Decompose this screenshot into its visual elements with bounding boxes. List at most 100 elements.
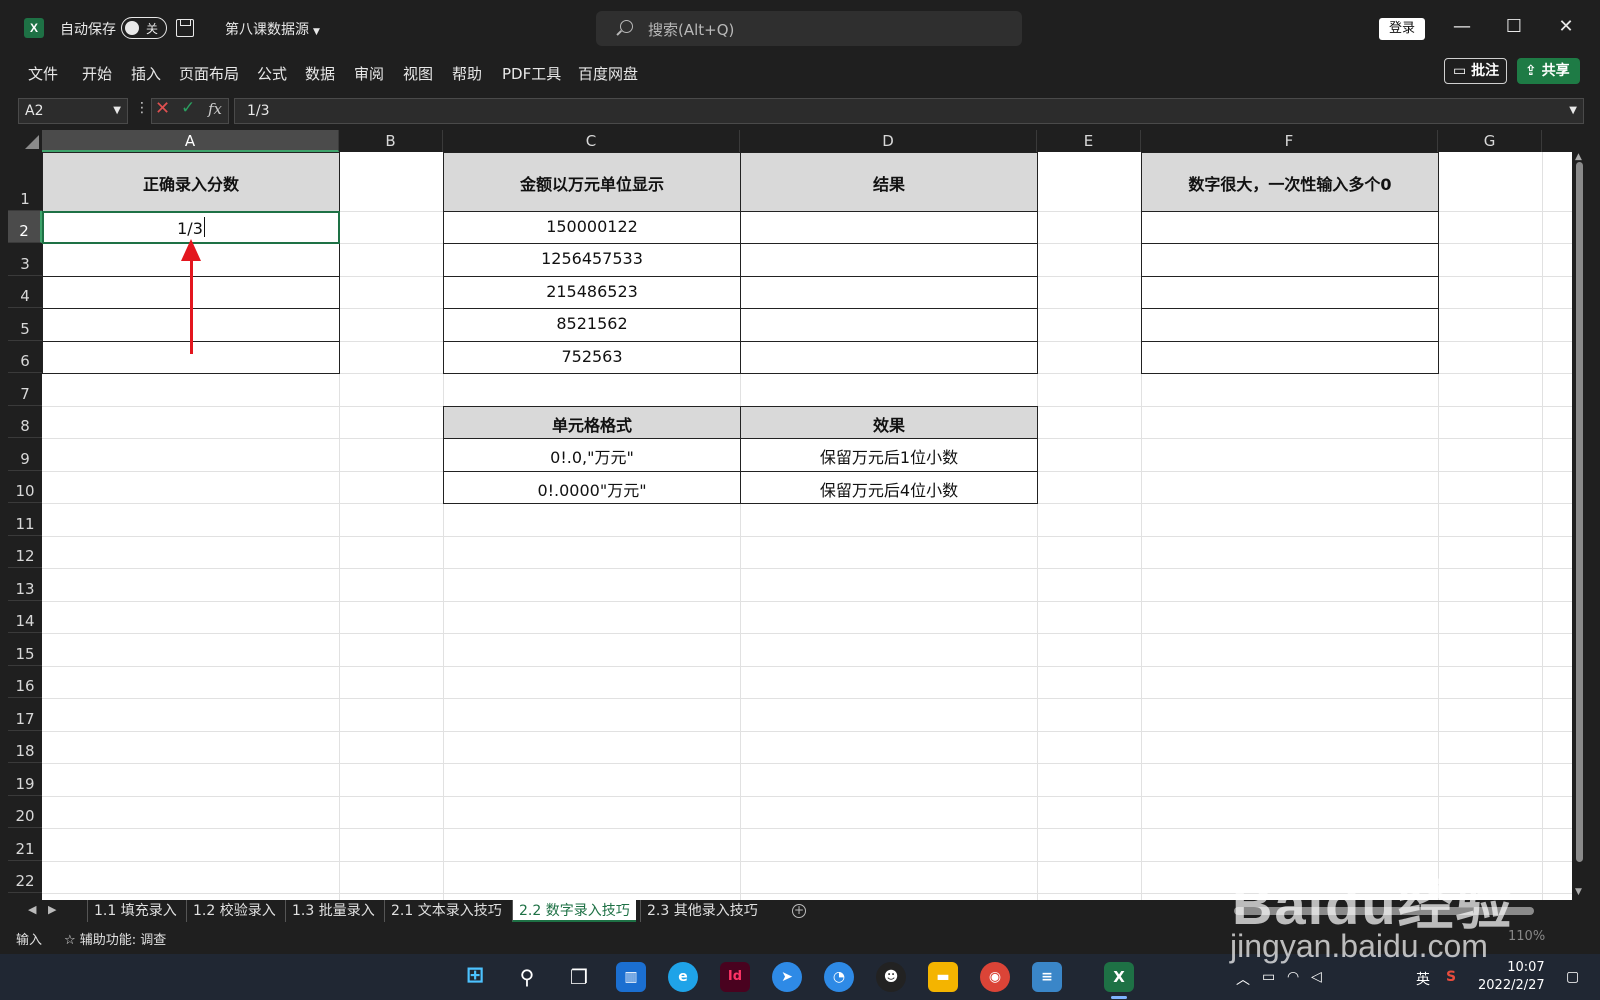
notification-icon[interactable]: ▢ <box>1566 969 1579 985</box>
formula-input[interactable]: 1/3 ▼ <box>234 98 1584 124</box>
close-button[interactable]: ✕ <box>1556 16 1576 38</box>
cell-a1[interactable]: 正确录入分数 <box>42 152 340 212</box>
cell-c6[interactable]: 752563 <box>443 341 741 374</box>
scroll-down-icon[interactable]: ▼ <box>1575 887 1582 897</box>
row-header[interactable]: 15 <box>8 633 42 666</box>
expand-formula-icon[interactable]: ▼ <box>1569 99 1577 123</box>
sheet-tab-1-1[interactable]: 1.1 填充录入 <box>87 900 183 922</box>
row-header[interactable]: 12 <box>8 536 42 568</box>
worksheet-grid[interactable]: 正确录入分数 1/3 金额以万元单位显示 结果 150000122 125645… <box>42 152 1572 900</box>
cell-d6[interactable] <box>740 341 1038 374</box>
select-all-corner[interactable] <box>8 130 42 152</box>
cell-c4[interactable]: 215486523 <box>443 276 741 309</box>
minimize-button[interactable]: — <box>1452 16 1472 38</box>
column-header-d[interactable]: D <box>740 130 1037 152</box>
column-header-e[interactable]: E <box>1037 130 1141 152</box>
chrome-icon[interactable]: ◉ <box>980 962 1010 992</box>
scrollbar-thumb[interactable] <box>1576 162 1583 862</box>
chat-app-icon[interactable]: ◔ <box>824 962 854 992</box>
cell-f5[interactable] <box>1141 308 1439 342</box>
cell-d10[interactable]: 保留万元后4位小数 <box>740 471 1038 504</box>
column-header-g[interactable]: G <box>1438 130 1542 152</box>
search-box[interactable]: 搜索(Alt+Q) <box>596 11 1022 46</box>
sogou-ime-icon[interactable]: S <box>1446 969 1456 985</box>
row-header[interactable]: 22 <box>8 861 42 893</box>
row-header[interactable]: 21 <box>8 828 42 861</box>
cell-c5[interactable]: 8521562 <box>443 308 741 342</box>
autosave-toggle[interactable]: 关 <box>121 17 167 39</box>
taskbar-clock[interactable]: 10:07 2022/2/27 <box>1478 959 1545 995</box>
tab-next-icon[interactable]: ▶ <box>48 903 56 916</box>
column-header-b[interactable]: B <box>339 130 443 152</box>
menu-pdf-tools[interactable]: PDF工具 <box>502 63 561 84</box>
row-header[interactable]: 20 <box>8 796 42 828</box>
row-header[interactable]: 11 <box>8 503 42 536</box>
menu-page-layout[interactable]: 页面布局 <box>179 63 239 84</box>
row-header[interactable]: 1 <box>8 152 42 211</box>
tab-prev-icon[interactable]: ◀ <box>28 903 36 916</box>
cell-d4[interactable] <box>740 276 1038 309</box>
qq-icon[interactable]: ☻ <box>876 962 906 992</box>
row-header[interactable]: 16 <box>8 666 42 698</box>
menu-baidu-netdisk[interactable]: 百度网盘 <box>578 63 638 84</box>
windows-start-icon[interactable]: ⊞ <box>460 962 490 992</box>
cell-d9[interactable]: 保留万元后1位小数 <box>740 438 1038 472</box>
row-header[interactable]: 19 <box>8 763 42 796</box>
cell-f4[interactable] <box>1141 276 1439 309</box>
share-button[interactable]: ⇪ 共享 <box>1517 58 1580 84</box>
file-explorer-icon[interactable]: ▬ <box>928 962 958 992</box>
search-icon[interactable]: ⚲ <box>512 962 542 992</box>
menu-formulas[interactable]: 公式 <box>257 63 287 84</box>
ime-indicator[interactable]: 英 <box>1416 969 1430 989</box>
row-header[interactable]: 6 <box>8 341 42 373</box>
row-header[interactable]: 5 <box>8 308 42 341</box>
column-header-f[interactable]: F <box>1141 130 1438 152</box>
cell-f1[interactable]: 数字很大，一次性输入多个0 <box>1141 152 1439 212</box>
zoom-level[interactable]: 110% <box>1508 929 1545 944</box>
sheet-tab-2-3[interactable]: 2.3 其他录入技巧 <box>640 900 764 922</box>
task-view-icon[interactable]: ❐ <box>564 962 594 992</box>
login-button[interactable]: 登录 <box>1379 18 1425 40</box>
widgets-icon[interactable]: ▥ <box>616 962 646 992</box>
tray-chevron-icon[interactable]: ︿ <box>1236 969 1250 989</box>
menu-review[interactable]: 审阅 <box>354 63 384 84</box>
cell-d1[interactable]: 结果 <box>740 152 1038 212</box>
menu-data[interactable]: 数据 <box>305 63 335 84</box>
cancel-edit-icon[interactable]: ✕ <box>155 98 170 119</box>
cell-d3[interactable] <box>740 243 1038 277</box>
cell-c9[interactable]: 0!.0,"万元" <box>443 438 741 472</box>
filename-dropdown[interactable]: 第八课数据源 ▼ <box>225 19 320 39</box>
menu-help[interactable]: 帮助 <box>452 63 482 84</box>
menu-home[interactable]: 开始 <box>82 63 112 84</box>
cell-c1[interactable]: 金额以万元单位显示 <box>443 152 741 212</box>
row-header[interactable]: 2 <box>8 211 42 243</box>
tray-battery-icon[interactable]: ▭ <box>1262 969 1275 985</box>
cell-d2[interactable] <box>740 211 1038 244</box>
row-header[interactable]: 18 <box>8 731 42 763</box>
notepad-icon[interactable]: ≡ <box>1032 962 1062 992</box>
row-header[interactable]: 9 <box>8 438 42 471</box>
comments-button[interactable]: ▭ 批注 <box>1444 58 1507 84</box>
feishu-icon[interactable]: ➤ <box>772 962 802 992</box>
accessibility-status[interactable]: ☆ 辅助功能: 调查 <box>64 929 166 948</box>
indesign-icon[interactable]: Id <box>720 962 750 992</box>
save-icon[interactable] <box>176 19 194 37</box>
row-header[interactable]: 4 <box>8 276 42 308</box>
cell-c10[interactable]: 0!.0000"万元" <box>443 471 741 504</box>
menu-view[interactable]: 视图 <box>403 63 433 84</box>
sheet-tab-1-3[interactable]: 1.3 批量录入 <box>285 900 381 922</box>
sheet-tab-2-2[interactable]: 2.2 数字录入技巧 <box>512 900 636 922</box>
cell-d5[interactable] <box>740 308 1038 342</box>
row-header[interactable]: 7 <box>8 373 42 406</box>
column-header-c[interactable]: C <box>443 130 740 152</box>
row-header[interactable]: 13 <box>8 568 42 601</box>
row-header[interactable]: 10 <box>8 471 42 503</box>
row-header[interactable]: 8 <box>8 406 42 438</box>
cell-c3[interactable]: 1256457533 <box>443 243 741 277</box>
vertical-scrollbar[interactable]: ▲ ▼ <box>1572 152 1588 900</box>
column-header-a[interactable]: A <box>42 130 339 152</box>
row-header[interactable]: 14 <box>8 601 42 633</box>
row-header[interactable]: 17 <box>8 698 42 731</box>
confirm-edit-icon[interactable]: ✓ <box>181 98 195 118</box>
cell-d8[interactable]: 效果 <box>740 406 1038 439</box>
